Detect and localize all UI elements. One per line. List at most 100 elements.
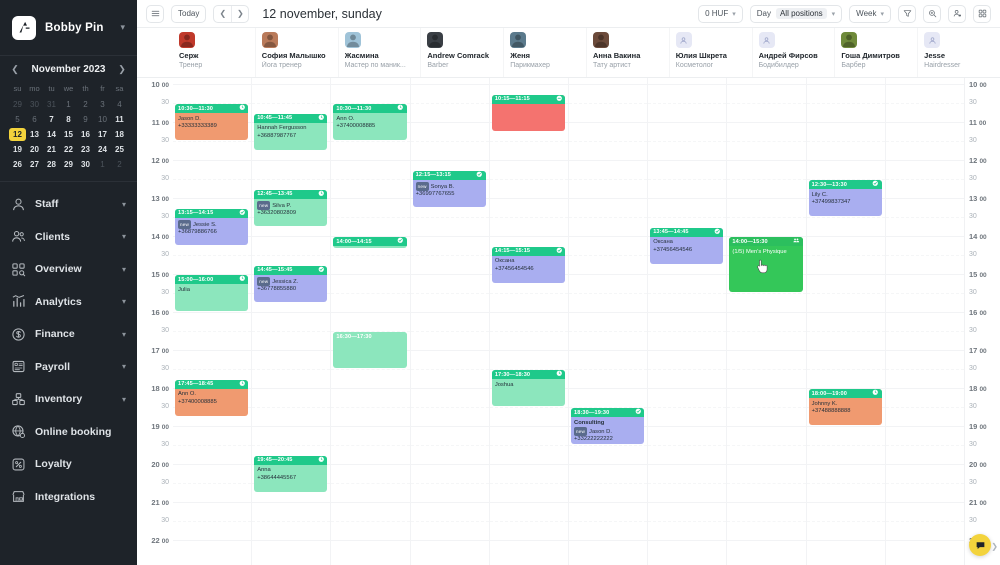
calendar-day[interactable]: 27 bbox=[26, 158, 43, 171]
staff-column-header[interactable]: Женя Парикмахер bbox=[503, 28, 586, 77]
appointment-card[interactable]: 17:30—18:30 Joshua bbox=[491, 370, 566, 406]
calendar-day[interactable]: 31 bbox=[43, 98, 60, 111]
chevron-right-icon[interactable]: ❯ bbox=[991, 542, 998, 551]
appointment-card[interactable]: 13:15—14:15 new Jessie S. +36879886766 bbox=[175, 208, 249, 245]
appointment-card[interactable]: 12:30—13:30 Lily C. +37499837347 bbox=[808, 180, 882, 216]
calendar-day[interactable]: 25 bbox=[111, 143, 128, 156]
appointment-card[interactable]: 14:00—15:30 (1/5) Men's Physique bbox=[729, 237, 803, 292]
currency-select[interactable]: 0 HUF ▾ bbox=[698, 4, 743, 23]
appointment-card[interactable]: 10:30—11:30 Ann O. +37400008885 bbox=[333, 104, 407, 140]
calendar-day[interactable]: 3 bbox=[94, 98, 111, 111]
calendar-day[interactable]: 6 bbox=[26, 113, 43, 126]
calendar-day[interactable]: 16 bbox=[77, 128, 94, 141]
appointment-card[interactable]: 12:45—13:45 new Silva P. +36320802809 bbox=[254, 189, 328, 226]
chat-fab-button[interactable] bbox=[969, 534, 991, 556]
schedule-column[interactable]: 12:15—13:15 new Sonya B. +36997767655 bbox=[409, 78, 489, 565]
calendar-day[interactable]: 22 bbox=[60, 143, 77, 156]
appointment-card[interactable]: 14:00—14:15 bbox=[333, 237, 407, 248]
calendar-day[interactable]: 24 bbox=[94, 143, 111, 156]
apps-grid-icon[interactable] bbox=[973, 4, 991, 23]
calendar-day[interactable]: 20 bbox=[26, 143, 43, 156]
staff-column-header[interactable]: Юлия Шкрета Косметолог bbox=[668, 28, 752, 77]
appointment-card[interactable]: 19:45—20:45 Anna +38644445567 bbox=[254, 455, 328, 492]
schedule-column[interactable]: 10:30—11:30 Ann O. +37400008885 14:00—14:15… bbox=[330, 78, 410, 565]
sidebar-item-online-booking[interactable]: Online booking bbox=[0, 416, 137, 449]
appointment-card[interactable]: 14:15—15:15 Оксана +37456454546 bbox=[491, 246, 566, 283]
calendar-day[interactable]: 23 bbox=[77, 143, 94, 156]
appointment-card[interactable]: 10:30—11:30 Jason D. +33333333389 bbox=[175, 104, 249, 140]
user-add-icon[interactable] bbox=[948, 4, 966, 23]
sidebar-item-clients[interactable]: Clients ▾ bbox=[0, 221, 137, 254]
calendar-day[interactable]: 26 bbox=[9, 158, 26, 171]
calendar-day[interactable]: 19 bbox=[9, 143, 26, 156]
schedule-column[interactable]: 12:30—13:30 Lily C. +37499837347 18:00—19:0… bbox=[805, 78, 885, 565]
calendar-day[interactable]: 2 bbox=[77, 98, 94, 111]
calendar-day[interactable]: 5 bbox=[9, 113, 26, 126]
staff-column-header[interactable]: Серж Тренер bbox=[173, 28, 255, 77]
staff-column-header[interactable]: Andrew Comrack Barber bbox=[420, 28, 503, 77]
calendar-day[interactable]: 1 bbox=[94, 158, 111, 171]
schedule-column[interactable]: 10:30—11:30 Jason D. +33333333389 13:15—14:… bbox=[173, 78, 252, 565]
calendar-day[interactable]: 1 bbox=[60, 98, 77, 111]
funnel-icon[interactable] bbox=[898, 4, 916, 23]
calendar-day[interactable]: 17 bbox=[94, 128, 111, 141]
calendar-day[interactable]: 28 bbox=[43, 158, 60, 171]
schedule-column[interactable]: 14:00—15:30 (1/5) Men's Physique bbox=[726, 78, 806, 565]
positions-filter[interactable]: Day All positions ▾ bbox=[749, 4, 843, 23]
staff-column-header[interactable]: Жасмина Мастер по маник... bbox=[337, 28, 421, 77]
appointment-card[interactable]: 18:30—19:30 Consulting new Jason D. +3322222… bbox=[571, 408, 645, 444]
hamburger-icon[interactable] bbox=[146, 4, 164, 23]
calendar-day[interactable]: 9 bbox=[77, 113, 94, 126]
sidebar-item-integrations[interactable]: Integrations bbox=[0, 481, 137, 514]
calendar-day[interactable]: 7 bbox=[43, 113, 60, 126]
calendar-day[interactable]: 29 bbox=[60, 158, 77, 171]
calendar-day[interactable]: 15 bbox=[60, 128, 77, 141]
calendar-day[interactable]: 10 bbox=[94, 113, 111, 126]
sidebar-item-staff[interactable]: Staff ▾ bbox=[0, 188, 137, 221]
schedule-column[interactable]: 18:30—19:30 Consulting new Jason D. +3322222… bbox=[568, 78, 648, 565]
calendar-day[interactable]: 30 bbox=[77, 158, 94, 171]
calendar-day[interactable]: 14 bbox=[43, 128, 60, 141]
calendar-day[interactable]: 13 bbox=[26, 128, 43, 141]
calendar-day[interactable]: 4 bbox=[111, 98, 128, 111]
chevron-down-icon[interactable]: ▾ bbox=[120, 22, 125, 33]
search-plus-icon[interactable] bbox=[923, 4, 941, 23]
schedule-column[interactable]: 10:15—11:15 14:15—15:15 Оксана +37456454546… bbox=[488, 78, 569, 565]
calendar-day[interactable]: 12 bbox=[9, 128, 26, 141]
mini-calendar-grid[interactable]: su mo tu we th fr sa 29 30 31 1 2 3 4 5 6 7 8 9 10 11 12 13 14 1… bbox=[9, 82, 128, 171]
chevron-right-icon[interactable]: ❯ bbox=[116, 64, 128, 75]
calendar-day[interactable]: 30 bbox=[26, 98, 43, 111]
sidebar-item-finance[interactable]: Finance ▾ bbox=[0, 318, 137, 351]
chevron-right-icon[interactable]: ❯ bbox=[231, 5, 248, 22]
appointment-card[interactable]: 14:45—15:45 new Jessica Z. +36778855880 bbox=[254, 265, 328, 302]
chevron-left-icon[interactable]: ❮ bbox=[214, 6, 231, 22]
calendar-day[interactable]: 29 bbox=[9, 98, 26, 111]
appointment-card[interactable]: 16:30—17:30 bbox=[333, 332, 407, 368]
appointment-card[interactable]: 10:15—11:15 bbox=[491, 94, 566, 131]
brand-header[interactable]: Bobby Pin ▾ bbox=[0, 0, 137, 56]
today-button[interactable]: Today bbox=[171, 4, 207, 23]
schedule-column[interactable]: 10:45—11:45 Hannah Fergusson +36887987767 1… bbox=[251, 78, 331, 565]
calendar-day[interactable]: 8 bbox=[60, 113, 77, 126]
schedule-column[interactable]: 13:45—14:45 Оксана +37456454546 bbox=[647, 78, 727, 565]
chevron-left-icon[interactable]: ❮ bbox=[9, 64, 21, 75]
sidebar-item-overview[interactable]: Overview ▾ bbox=[0, 253, 137, 286]
calendar-day[interactable]: 18 bbox=[111, 128, 128, 141]
staff-column-header[interactable]: Гоша Димитров Барбер bbox=[834, 28, 917, 77]
schedule-column[interactable] bbox=[884, 78, 965, 565]
appointment-card[interactable]: 18:00—19:00 Johnny K. +37488888888 bbox=[808, 389, 882, 425]
sidebar-item-payroll[interactable]: Payroll ▾ bbox=[0, 351, 137, 384]
staff-column-header[interactable]: Jesse Hairdresser bbox=[917, 28, 1000, 77]
sidebar-item-inventory[interactable]: Inventory ▾ bbox=[0, 383, 137, 416]
calendar-day[interactable]: 21 bbox=[43, 143, 60, 156]
appointment-card[interactable]: 13:45—14:45 Оксана +37456454546 bbox=[650, 227, 724, 264]
appointment-card[interactable]: 10:45—11:45 Hannah Fergusson +36887987767 bbox=[254, 113, 328, 150]
appointment-card[interactable]: 17:45—18:45 Ann O. +37400008885 bbox=[175, 379, 249, 416]
calendar-day[interactable]: 2 bbox=[111, 158, 128, 171]
staff-column-header[interactable]: София Малышко Йога тренер bbox=[254, 28, 338, 77]
sidebar-item-loyalty[interactable]: Loyalty bbox=[0, 448, 137, 481]
calendar-day[interactable]: 11 bbox=[111, 113, 128, 126]
appointment-card[interactable]: 12:15—13:15 new Sonya B. +36997767655 bbox=[412, 170, 486, 207]
staff-column-header[interactable]: Андрей Фирсов Бодибилдер bbox=[751, 28, 835, 77]
range-select[interactable]: Week ▾ bbox=[849, 4, 891, 23]
